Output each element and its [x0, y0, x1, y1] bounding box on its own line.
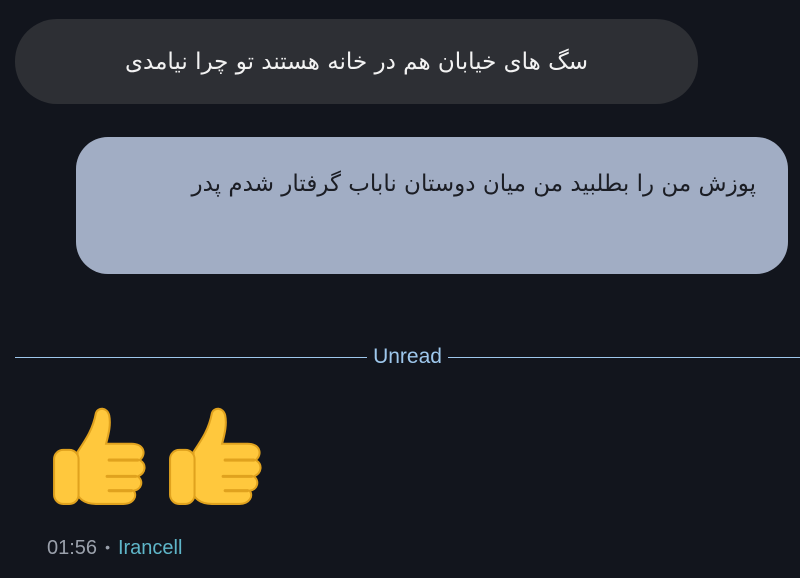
unread-label: Unread [373, 345, 442, 368]
thumbs-up-icon [53, 407, 146, 505]
sender-name[interactable]: Irancell [118, 537, 182, 559]
thumbs-up-icon [169, 407, 262, 505]
meta-separator: • [105, 539, 110, 555]
incoming-message-text: سگ های خیابان هم در خانه هستند تو چرا نی… [125, 48, 588, 75]
divider-line-left [15, 356, 368, 358]
divider-line-right [447, 356, 800, 358]
outgoing-message-bubble[interactable]: پوزش من را بطلبید من میان دوستان ناباب گ… [76, 137, 788, 274]
message-meta: 01:56 • Irancell [47, 534, 182, 561]
incoming-message-bubble[interactable]: سگ های خیابان هم در خانه هستند تو چرا نی… [15, 19, 698, 104]
unread-divider: Unread [15, 344, 800, 370]
emoji-message[interactable] [50, 405, 268, 507]
message-time: 01:56 [47, 537, 98, 559]
outgoing-message-text: پوزش من را بطلبید من میان دوستان ناباب گ… [191, 171, 756, 197]
